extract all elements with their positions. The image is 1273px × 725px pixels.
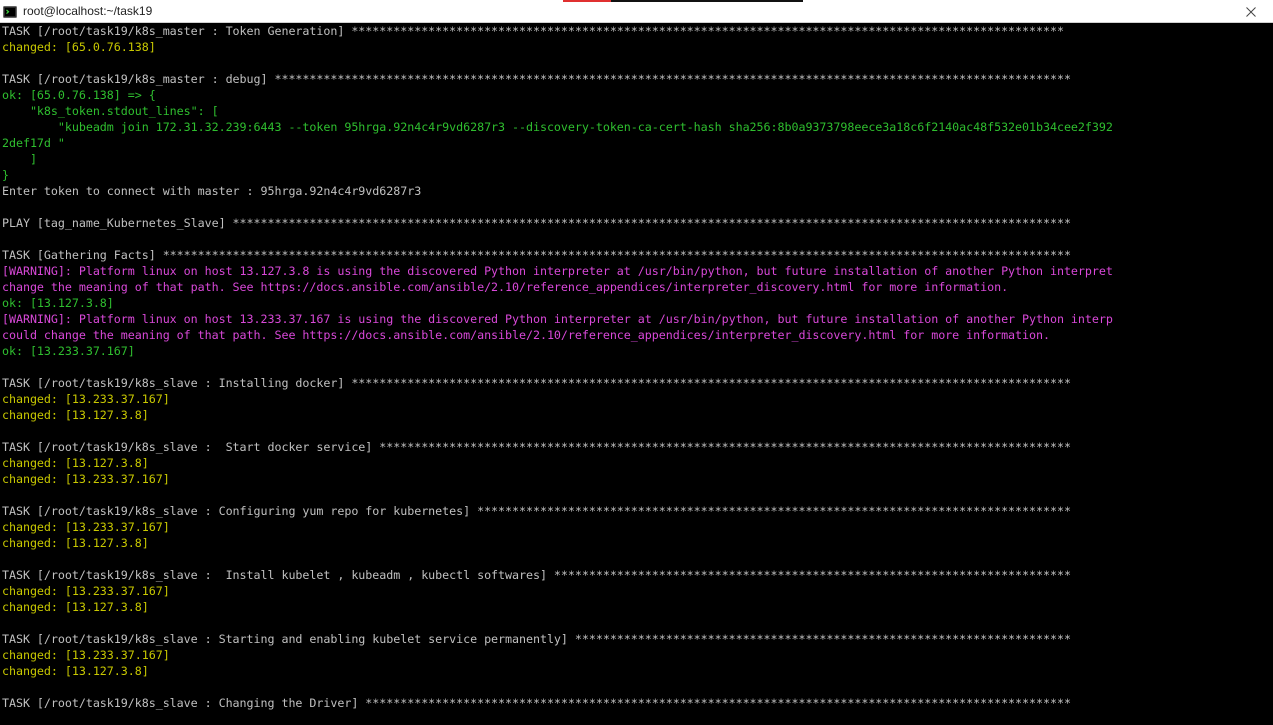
terminal-icon: [3, 4, 17, 18]
terminal-line: could change the meaning of that path. S…: [2, 328, 1050, 342]
terminal-line: changed: [13.127.3.8]: [2, 600, 149, 614]
terminal-line: TASK [/root/task19/k8s_slave : Configuri…: [2, 504, 1071, 518]
window-titlebar[interactable]: root@localhost:~/task19: [0, 0, 1273, 23]
terminal-output[interactable]: TASK [/root/task19/k8s_master : Token Ge…: [0, 23, 1273, 725]
terminal-line: "kubeadm join 172.31.32.239:6443 --token…: [2, 120, 1113, 134]
terminal-line: changed: [13.127.3.8]: [2, 408, 149, 422]
close-button[interactable]: [1229, 0, 1273, 22]
terminal-line: "k8s_token.stdout_lines": [: [2, 104, 219, 118]
terminal-line: changed: [13.127.3.8]: [2, 664, 149, 678]
terminal-line: 2def17d ": [2, 136, 65, 150]
terminal-line: changed: [13.233.37.167]: [2, 584, 170, 598]
terminal-line: TASK [/root/task19/k8s_slave : Starting …: [2, 632, 1071, 646]
terminal-line: TASK [/root/task19/k8s_master : debug] *…: [2, 72, 1071, 86]
terminal-line: changed: [13.233.37.167]: [2, 472, 170, 486]
terminal-line: ok: [13.233.37.167]: [2, 344, 135, 358]
terminal-line: ok: [13.127.3.8]: [2, 296, 114, 310]
terminal-line: changed: [13.127.3.8]: [2, 456, 149, 470]
terminal-line: changed: [13.127.3.8]: [2, 536, 149, 550]
terminal-line: Enter token to connect with master : 95h…: [2, 184, 422, 198]
terminal-line: ]: [2, 152, 37, 166]
terminal-line: [WARNING]: Platform linux on host 13.233…: [2, 312, 1113, 326]
terminal-line: PLAY [tag_name_Kubernetes_Slave] *******…: [2, 216, 1071, 230]
terminal-line: TASK [/root/task19/k8s_slave : Install k…: [2, 568, 1071, 582]
terminal-line: TASK [/root/task19/k8s_slave : Start doc…: [2, 440, 1071, 454]
terminal-line: changed: [65.0.76.138]: [2, 40, 156, 54]
terminal-line: TASK [/root/task19/k8s_master : Token Ge…: [2, 24, 1064, 38]
terminal-line: changed: [13.233.37.167]: [2, 648, 170, 662]
terminal-line: changed: [13.233.37.167]: [2, 520, 170, 534]
terminal-line: TASK [/root/task19/k8s_slave : Installin…: [2, 376, 1071, 390]
terminal-line: change the meaning of that path. See htt…: [2, 280, 1009, 294]
terminal-line: [WARNING]: Platform linux on host 13.127…: [2, 264, 1113, 278]
terminal-line: TASK [Gathering Facts] *****************…: [2, 248, 1071, 262]
window-title: root@localhost:~/task19: [23, 4, 153, 18]
titlebar-accent: [563, 0, 803, 2]
terminal-line: changed: [13.233.37.167]: [2, 392, 170, 406]
terminal-line: ok: [65.0.76.138] => {: [2, 88, 156, 102]
terminal-line: }: [2, 168, 9, 182]
terminal-line: TASK [/root/task19/k8s_slave : Changing …: [2, 696, 1071, 710]
close-icon: [1246, 2, 1256, 21]
